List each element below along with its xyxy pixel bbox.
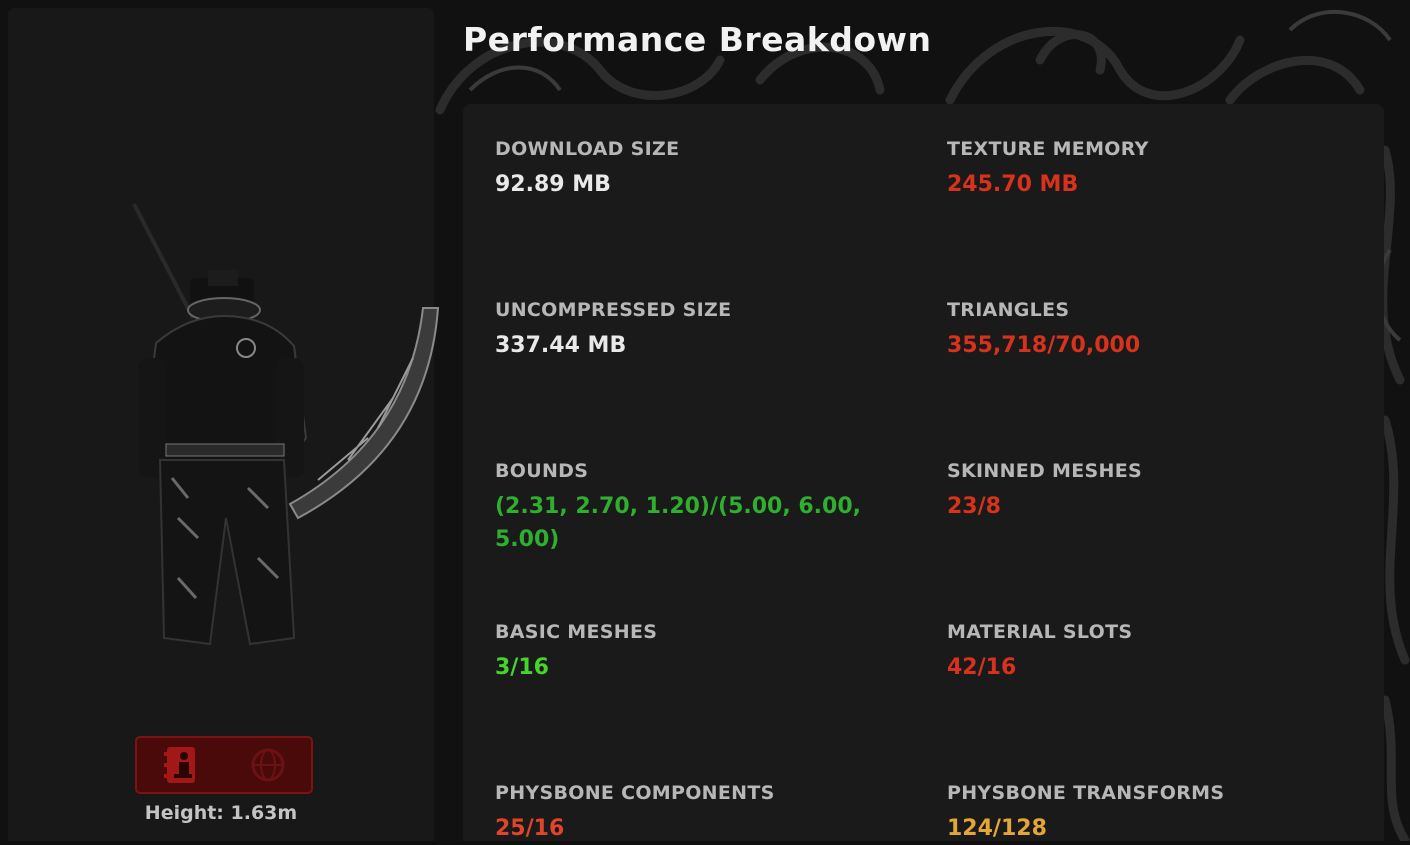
stat-skinned-meshes: SKINNED MESHES 23/8 <box>947 460 1337 523</box>
avatar-info-view-button[interactable] <box>155 743 207 787</box>
stat-physbone-transforms: PHYSBONE TRANSFORMS 124/128 <box>947 782 1337 845</box>
stat-value: 245.70 MB <box>947 172 1079 197</box>
stat-label: UNCOMPRESSED SIZE <box>495 299 732 321</box>
globe-icon <box>251 748 284 782</box>
stat-value: 124/128 <box>947 816 1047 841</box>
stat-physbone-components: PHYSBONE COMPONENTS 25/16 <box>495 782 885 845</box>
stat-label: DOWNLOAD SIZE <box>495 138 680 160</box>
stat-basic-meshes: BASIC MESHES 3/16 <box>495 621 885 684</box>
stat-value: 42/16 <box>947 655 1017 680</box>
stat-label: PHYSBONE TRANSFORMS <box>947 782 1225 804</box>
stat-value: (2.31, 2.70, 1.20)/(5.00, 6.00, 5.00) <box>495 494 862 552</box>
stat-value: 337.44 MB <box>495 333 627 358</box>
stat-label: PHYSBONE COMPONENTS <box>495 782 775 804</box>
stat-uncompressed-size: UNCOMPRESSED SIZE 337.44 MB <box>495 299 885 362</box>
page-title: Performance Breakdown <box>463 20 932 59</box>
stat-label: BOUNDS <box>495 460 589 482</box>
stat-value: 355,718/70,000 <box>947 333 1141 358</box>
stat-value: 25/16 <box>495 816 565 841</box>
stat-value: 3/16 <box>495 655 549 680</box>
view-mode-toggle <box>135 736 313 794</box>
stat-download-size: DOWNLOAD SIZE 92.89 MB <box>495 138 885 201</box>
performance-stats-panel: DOWNLOAD SIZE 92.89 MB TEXTURE MEMORY 24… <box>463 104 1384 841</box>
stat-bounds: BOUNDS (2.31, 2.70, 1.20)/(5.00, 6.00, 5… <box>495 460 885 556</box>
stat-value: 23/8 <box>947 494 1001 519</box>
avatar-model <box>132 203 440 646</box>
avatar-height-label: Height: 1.63m <box>144 802 298 824</box>
stat-label: TRIANGLES <box>947 299 1070 321</box>
stat-triangles: TRIANGLES 355,718/70,000 <box>947 299 1337 362</box>
stat-value: 92.89 MB <box>495 172 611 197</box>
stat-material-slots: MATERIAL SLOTS 42/16 <box>947 621 1337 684</box>
stat-label: BASIC MESHES <box>495 621 658 643</box>
avatar-preview-panel: Height: 1.63m <box>8 8 440 841</box>
world-view-button[interactable] <box>242 743 294 787</box>
stat-label: SKINNED MESHES <box>947 460 1142 482</box>
stat-label: MATERIAL SLOTS <box>947 621 1133 643</box>
avatar-info-icon <box>163 747 195 783</box>
stat-label: TEXTURE MEMORY <box>947 138 1149 160</box>
stat-texture-memory: TEXTURE MEMORY 245.70 MB <box>947 138 1337 201</box>
